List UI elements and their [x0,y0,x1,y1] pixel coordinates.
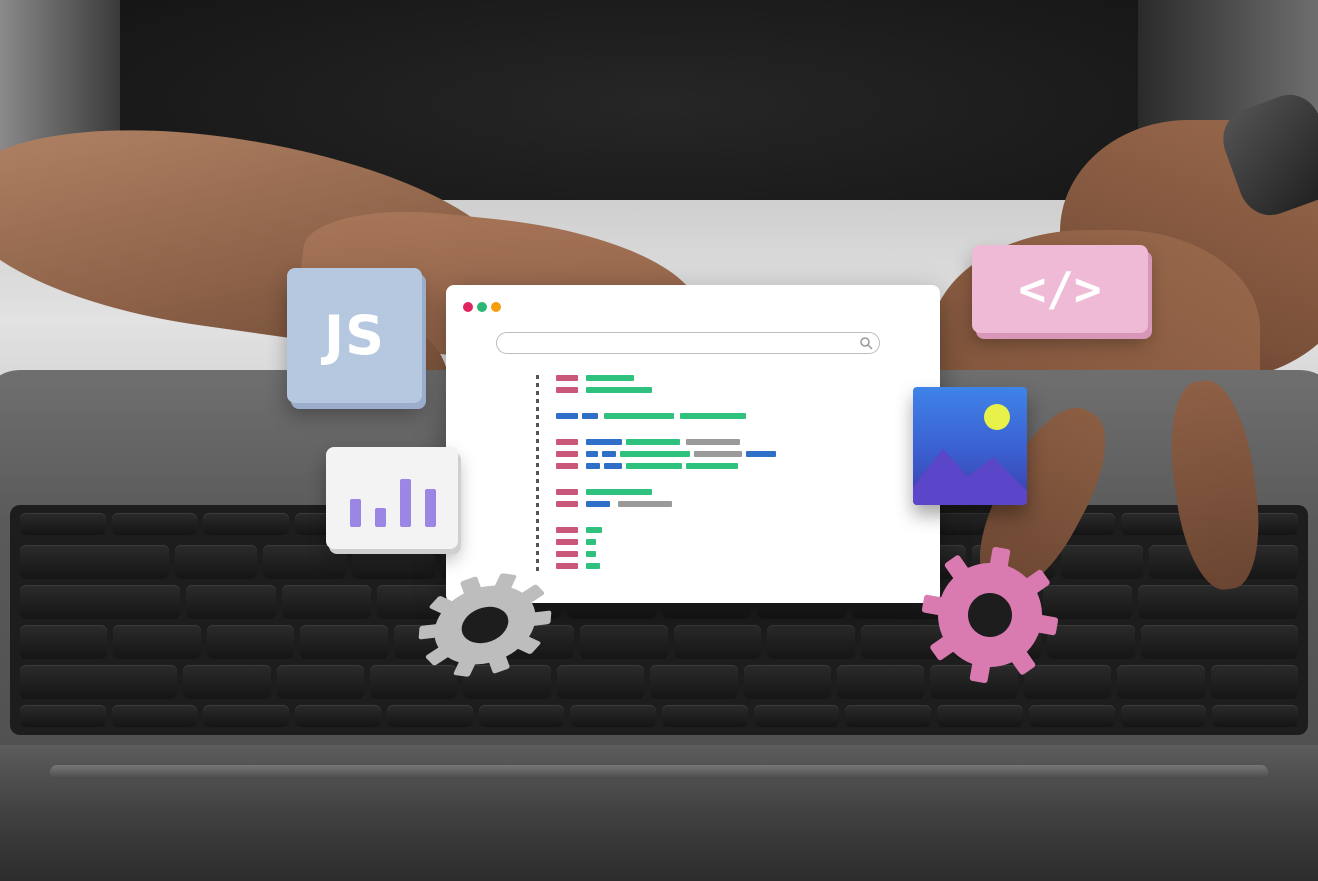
code-token [556,413,578,419]
code-token [556,375,578,381]
keyboard-row [20,705,1299,727]
code-token [602,451,616,457]
code-token [582,413,598,419]
code-token [556,539,578,545]
code-token [586,539,596,545]
code-token [556,451,578,457]
js-tile-icon: JS [287,268,422,403]
code-token [556,463,578,469]
sun-shape [984,404,1010,430]
code-token [586,387,652,393]
code-token [586,501,610,507]
code-token [586,439,622,445]
gear-icon [418,573,552,677]
chart-bar [375,508,386,527]
code-token [556,501,578,507]
code-token [586,563,600,569]
code-token [686,439,740,445]
chart-bar [425,489,436,527]
code-tag-icon: </> [972,245,1148,333]
code-token [556,439,578,445]
keyboard-row [20,665,1298,699]
code-tag-label: </> [1018,262,1102,316]
window-dot-green [477,302,487,312]
keyboard-row [20,625,1298,659]
code-token [586,451,598,457]
code-token [586,527,602,533]
laptop-hinge [50,765,1268,779]
code-token [556,527,578,533]
js-label: JS [324,304,385,367]
code-token [556,489,578,495]
code-token [586,463,600,469]
code-token [618,501,672,507]
code-token [686,463,738,469]
code-token [556,387,578,393]
window-dot-orange [491,302,501,312]
code-token [604,413,674,419]
gear-icon [921,546,1059,684]
mountain-shape [913,449,1027,505]
code-token [680,413,746,419]
chart-bar [350,499,361,527]
search-bar [496,332,880,354]
chart-icon [326,447,458,549]
code-token [626,439,680,445]
chart-bar [400,479,411,527]
code-token [586,489,652,495]
code-token [746,451,776,457]
photo-scene: JS </> [0,0,1318,881]
code-token [694,451,742,457]
code-token [586,375,634,381]
code-token [620,451,690,457]
code-gutter [536,375,539,575]
search-icon [860,337,873,350]
image-icon [913,387,1027,505]
code-token [604,463,622,469]
code-token [626,463,682,469]
window-dot-red [463,302,473,312]
code-token [586,551,596,557]
